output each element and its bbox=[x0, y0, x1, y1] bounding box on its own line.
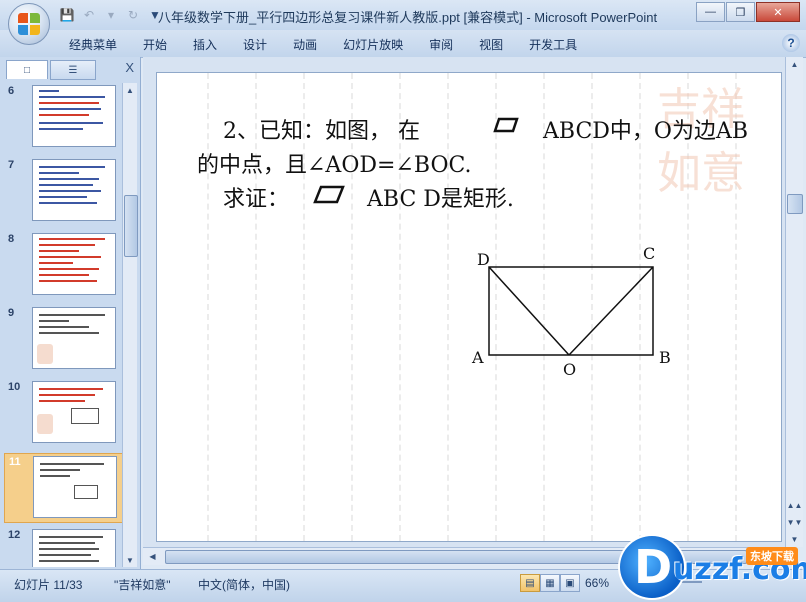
uzzf-watermark: D uzzf.com 东坡下载 bbox=[618, 534, 806, 601]
tab-slides[interactable]: □ bbox=[6, 60, 48, 79]
scroll-left-icon[interactable]: ◀ bbox=[145, 549, 160, 564]
slide-sorter-icon[interactable]: ▦ bbox=[540, 574, 560, 592]
problem-line-2: 的中点，且∠AOD=∠BOC. bbox=[197, 153, 472, 178]
slide-thumbnail[interactable]: 8 bbox=[4, 231, 122, 299]
slide-vertical-scrollbar[interactable]: ▲ ▲▲ ▼▼ ▼ bbox=[785, 57, 803, 547]
slide-preview bbox=[32, 159, 116, 221]
slideshow-icon[interactable]: ▣ bbox=[560, 574, 580, 592]
close-button[interactable]: ✕ bbox=[756, 2, 800, 22]
tab-home[interactable]: 开始 bbox=[130, 36, 180, 53]
watermark-tag: 东坡下载 bbox=[746, 547, 798, 565]
quick-access-toolbar: 💾 ↶ ▾ ↻ ▼ bbox=[58, 6, 164, 24]
slide-preview bbox=[32, 529, 116, 567]
slide-preview bbox=[33, 456, 117, 518]
scroll-up-icon[interactable]: ▲ bbox=[787, 57, 802, 72]
restore-button[interactable]: ❒ bbox=[726, 2, 755, 22]
rectangle-figure: D C A B O bbox=[471, 244, 671, 379]
slide-thumbnail[interactable]: 12 bbox=[4, 527, 122, 567]
slide-thumbnail[interactable]: 9 bbox=[4, 305, 122, 373]
point-label-c: C bbox=[643, 244, 655, 263]
save-icon[interactable]: 💾 bbox=[58, 6, 76, 24]
tab-outline[interactable]: ☰ bbox=[50, 60, 96, 80]
point-label-b: B bbox=[659, 348, 671, 367]
parallelogram-icon bbox=[493, 117, 519, 133]
problem-line-3b: ABC D是矩形. bbox=[367, 187, 514, 212]
slide-preview bbox=[32, 381, 116, 443]
tab-animations[interactable]: 动画 bbox=[280, 36, 330, 53]
slide-number: 11 bbox=[9, 456, 21, 468]
undo-icon[interactable]: ↶ bbox=[80, 6, 98, 24]
problem-line-1: 2、已知：如图， 在 bbox=[223, 119, 420, 144]
slide-number: 9 bbox=[8, 307, 15, 319]
undo-dropdown-icon[interactable]: ▾ bbox=[102, 6, 120, 24]
ribbon-tabs: 经典菜单 开始 插入 设计 动画 幻灯片放映 审阅 视图 开发工具 ? bbox=[0, 30, 806, 58]
next-slide-icon[interactable]: ▼▼ bbox=[787, 515, 803, 530]
slide-number: 6 bbox=[8, 85, 15, 97]
slide-thumbnail[interactable]: 6 bbox=[4, 83, 122, 151]
office-button[interactable] bbox=[8, 3, 50, 45]
previous-slide-icon[interactable]: ▲▲ bbox=[787, 498, 803, 513]
point-label-o: O bbox=[563, 360, 576, 379]
help-icon[interactable]: ? bbox=[782, 34, 800, 52]
point-label-d: D bbox=[477, 250, 490, 269]
slide-number: 7 bbox=[8, 159, 15, 171]
slide-editing-area: 吉祥如意 2、已知：如图， 在 ABCD中，O为边AB 的中点，且∠AOD=∠B… bbox=[143, 57, 785, 547]
tab-developer[interactable]: 开发工具 bbox=[516, 36, 590, 53]
problem-line-1b: ABCD中，O为边AB bbox=[543, 119, 749, 144]
slides-panel: □ ☰ X 6 7 8 9 10 11 12 ▲ ▼ bbox=[0, 57, 141, 569]
slide-thumbnail[interactable]: 10 bbox=[4, 379, 122, 447]
redo-icon[interactable]: ↻ bbox=[124, 6, 142, 24]
tab-slideshow[interactable]: 幻灯片放映 bbox=[330, 36, 416, 53]
language-indicator[interactable]: 中文(简体，中国) bbox=[198, 576, 290, 593]
scrollbar-thumb[interactable] bbox=[787, 194, 803, 214]
office-logo-icon bbox=[18, 13, 40, 35]
close-panel-button[interactable]: X bbox=[125, 60, 134, 75]
normal-view-icon[interactable]: ▤ bbox=[520, 574, 540, 592]
point-label-a: A bbox=[471, 348, 484, 367]
slide-preview bbox=[32, 307, 116, 369]
tab-review[interactable]: 审阅 bbox=[416, 36, 466, 53]
scroll-up-icon[interactable]: ▲ bbox=[123, 83, 137, 97]
slides-panel-scrollbar[interactable]: ▲ ▼ bbox=[122, 83, 138, 567]
slide-number: 8 bbox=[8, 233, 15, 245]
slide-thumbnail-selected[interactable]: 11 bbox=[4, 453, 122, 523]
scrollbar-thumb[interactable] bbox=[124, 195, 138, 257]
slide-preview bbox=[32, 233, 116, 295]
slide-thumbnail[interactable]: 7 bbox=[4, 157, 122, 225]
tab-classic-menu[interactable]: 经典菜单 bbox=[56, 36, 130, 53]
scroll-down-icon[interactable]: ▼ bbox=[123, 553, 137, 567]
tab-insert[interactable]: 插入 bbox=[180, 36, 230, 53]
tab-design[interactable]: 设计 bbox=[230, 36, 280, 53]
zoom-level[interactable]: 66% bbox=[585, 576, 609, 590]
current-slide[interactable]: 吉祥如意 2、已知：如图， 在 ABCD中，O为边AB 的中点，且∠AOD=∠B… bbox=[156, 72, 782, 542]
slide-counter: 幻灯片 11/33 bbox=[14, 578, 83, 592]
slide-preview bbox=[32, 85, 116, 147]
window-title: 八年级数学下册_平行四边形总复习课件新人教版.ppt [兼容模式] - Micr… bbox=[158, 10, 658, 25]
slide-number: 12 bbox=[8, 529, 21, 541]
tab-view[interactable]: 视图 bbox=[466, 36, 516, 53]
title-bar: 💾 ↶ ▾ ↻ ▼ 八年级数学下册_平行四边形总复习课件新人教版.ppt [兼容… bbox=[0, 0, 806, 31]
parallelogram-icon bbox=[313, 185, 345, 204]
minimize-button[interactable]: — bbox=[696, 2, 725, 22]
problem-line-3: 求证： bbox=[223, 187, 290, 212]
slide-number: 10 bbox=[8, 381, 21, 393]
slide-thumbnail-list: 6 7 8 9 10 11 12 bbox=[4, 83, 122, 567]
theme-name[interactable]: "吉祥如意" bbox=[114, 576, 171, 593]
